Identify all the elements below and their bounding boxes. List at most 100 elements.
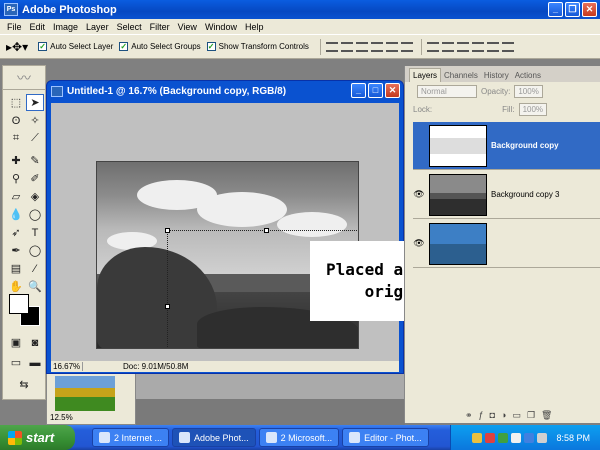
slice-tool-icon[interactable]: ⟋ (26, 130, 44, 147)
eye-icon[interactable]: 👁 (413, 189, 425, 201)
healing-brush-icon[interactable]: ✚ (7, 152, 25, 169)
eraser-tool-icon[interactable]: ▱ (7, 188, 25, 205)
screen-mode-icon[interactable]: ▭ (7, 354, 25, 371)
tray-icon[interactable] (511, 432, 522, 443)
align-left-icon[interactable] (370, 41, 383, 52)
document-title-bar[interactable]: Untitled-1 @ 16.7% (Background copy, RGB… (47, 81, 403, 101)
notes-tool-icon[interactable]: ▤ (7, 260, 25, 277)
menu-layer[interactable]: Layer (82, 22, 113, 32)
tray-icon[interactable] (485, 432, 496, 443)
dodge-tool-icon[interactable]: ◯ (26, 206, 44, 223)
move-tool-icon[interactable]: ➤ (26, 94, 44, 111)
paint-bucket-icon[interactable]: ◈ (26, 188, 44, 205)
fullscreen-mode-icon[interactable]: ▬ (26, 354, 44, 371)
menu-image[interactable]: Image (49, 22, 82, 32)
menu-window[interactable]: Window (201, 22, 241, 32)
trash-icon[interactable]: 🗑 (541, 410, 552, 421)
task-internet-explorer[interactable]: 2 Internet ... (92, 428, 170, 447)
taskbar: start 2 Internet ... Adobe Phot... 2 Mic… (0, 425, 600, 450)
crop-tool-icon[interactable]: ⌗ (7, 130, 25, 147)
hand-tool-icon[interactable]: ✋ (7, 278, 25, 295)
pen-tool-icon[interactable]: ✒ (7, 242, 25, 259)
system-tray: 8:58 PM (450, 425, 600, 450)
blend-mode-select[interactable]: Normal (417, 84, 477, 98)
zoom-level[interactable]: 16.67% (51, 362, 83, 371)
eye-icon[interactable]: 👁 (413, 238, 425, 250)
layer-mask-icon[interactable]: ◘ (490, 410, 495, 421)
task-microsoft[interactable]: 2 Microsoft... (258, 428, 340, 447)
move-tool-icon[interactable]: ▸✥▾ (6, 40, 28, 54)
align-top-icon[interactable] (325, 41, 338, 52)
quick-mask-icon[interactable]: ◙ (26, 334, 44, 351)
fill-field[interactable]: 100% (518, 102, 548, 116)
tab-history[interactable]: History (481, 69, 512, 82)
foreground-color-swatch[interactable] (9, 294, 29, 314)
layer-row[interactable]: 👁 Background copy 3 (413, 171, 600, 219)
task-photoshop[interactable]: Adobe Phot... (172, 428, 256, 447)
distribute-hcenter-icon[interactable] (486, 41, 499, 52)
document-window[interactable]: Untitled-1 @ 16.7% (Background copy, RGB… (46, 80, 404, 374)
layer-style-icon[interactable]: ƒ (479, 410, 484, 421)
tray-icon[interactable] (472, 432, 483, 443)
show-transform-controls-checkbox[interactable]: ✓ Show Transform Controls (206, 42, 309, 51)
shape-tool-icon[interactable]: ◯ (26, 242, 44, 259)
layer-row[interactable]: 👁 (413, 220, 600, 268)
imageready-icon[interactable]: ⇆ (15, 376, 33, 393)
adjustment-layer-icon[interactable]: ◑ (501, 410, 506, 421)
menu-file[interactable]: File (3, 22, 26, 32)
lasso-tool-icon[interactable]: ʘ (7, 112, 25, 129)
distribute-left-icon[interactable] (471, 41, 484, 52)
transform-handle[interactable] (264, 228, 269, 233)
tab-actions[interactable]: Actions (512, 69, 544, 82)
marquee-tool-icon[interactable]: ⬚ (7, 94, 25, 111)
tab-channels[interactable]: Channels (441, 69, 481, 82)
magic-wand-icon[interactable]: ✧ (26, 112, 44, 129)
eyedropper-icon[interactable]: ⁄ (26, 260, 44, 277)
tray-icon[interactable] (524, 432, 535, 443)
clone-stamp-icon[interactable]: ⚲ (7, 170, 25, 187)
align-bottom-icon[interactable] (355, 41, 368, 52)
distribute-vcenter-icon[interactable] (441, 41, 454, 52)
start-button[interactable]: start (0, 425, 75, 450)
brush-tool-icon[interactable]: ✎ (26, 152, 44, 169)
new-group-icon[interactable]: ▭ (512, 410, 521, 421)
blur-tool-icon[interactable]: 💧 (7, 206, 25, 223)
menu-filter[interactable]: Filter (146, 22, 174, 32)
menu-edit[interactable]: Edit (26, 22, 50, 32)
type-tool-icon[interactable]: T (26, 224, 44, 241)
minimize-button[interactable]: _ (548, 2, 563, 17)
distribute-right-icon[interactable] (501, 41, 514, 52)
align-right-icon[interactable] (400, 41, 413, 52)
doc-minimize-button[interactable]: _ (351, 83, 366, 98)
clock[interactable]: 8:58 PM (556, 433, 590, 443)
auto-select-layer-checkbox[interactable]: ✓ Auto Select Layer (38, 42, 113, 51)
new-layer-icon[interactable]: ❐ (527, 410, 535, 421)
opacity-field[interactable]: 100% (514, 84, 543, 98)
restore-button[interactable]: ❐ (565, 2, 580, 17)
task-editor[interactable]: Editor - Phot... (342, 428, 429, 447)
doc-close-button[interactable]: ✕ (385, 83, 400, 98)
link-layers-icon[interactable]: ⚭ (465, 410, 473, 421)
doc-maximize-button[interactable]: □ (368, 83, 383, 98)
menu-help[interactable]: Help (241, 22, 268, 32)
menu-select[interactable]: Select (113, 22, 146, 32)
align-hcenter-icon[interactable] (385, 41, 398, 52)
history-brush-icon[interactable]: ✐ (26, 170, 44, 187)
auto-select-groups-checkbox[interactable]: ✓ Auto Select Groups (119, 42, 201, 51)
menu-view[interactable]: View (174, 22, 201, 32)
canvas-area[interactable] (51, 103, 399, 361)
distribute-top-icon[interactable] (426, 41, 439, 52)
eye-hidden-icon[interactable] (413, 140, 425, 152)
path-select-icon[interactable]: ➶ (7, 224, 25, 241)
align-vcenter-icon[interactable] (340, 41, 353, 52)
distribute-bottom-icon[interactable] (456, 41, 469, 52)
transform-handle[interactable] (165, 304, 170, 309)
standard-mode-icon[interactable]: ▣ (7, 334, 25, 351)
layer-row[interactable]: Background copy (413, 122, 600, 170)
tab-layers[interactable]: Layers (409, 68, 442, 82)
close-button[interactable]: ✕ (582, 2, 597, 17)
tray-icon[interactable] (498, 432, 509, 443)
transform-handle[interactable] (165, 228, 170, 233)
zoom-tool-icon[interactable]: 🔍 (26, 278, 44, 295)
volume-icon[interactable] (537, 432, 548, 443)
